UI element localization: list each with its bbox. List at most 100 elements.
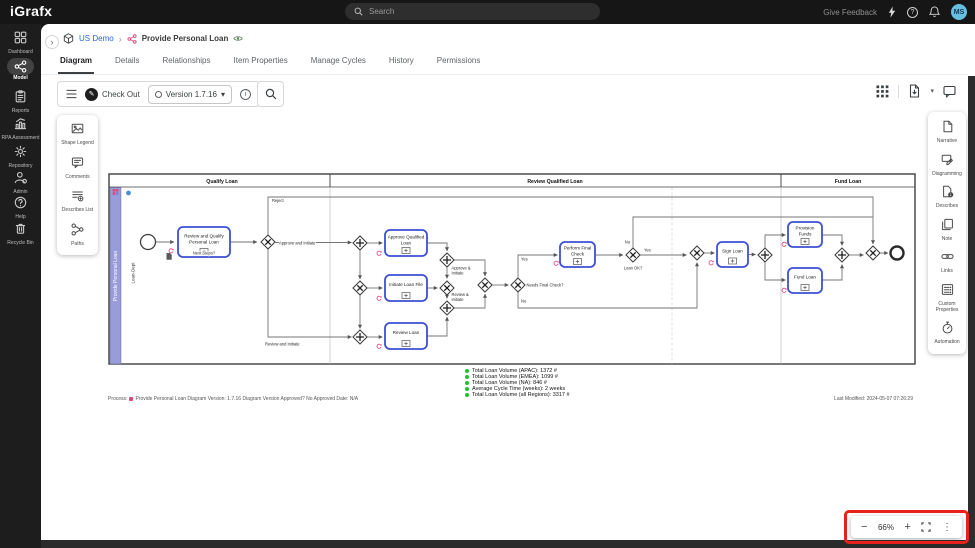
diagramming-button[interactable]: Diagramming <box>928 153 966 178</box>
start-event[interactable] <box>141 235 156 250</box>
bpmn-diagram-canvas[interactable]: Qualify Loan Review Qualified Loan Fund … <box>108 173 916 365</box>
collapse-panel-button[interactable]: › <box>45 35 59 49</box>
links-chain-icon <box>941 250 954 263</box>
sidebar-item-help[interactable]: Help <box>0 196 41 221</box>
notifications-bell-icon[interactable] <box>929 6 940 18</box>
svg-text:Personal Loan: Personal Loan <box>189 240 219 245</box>
user-avatar[interactable]: MS <box>951 4 967 20</box>
main-content: › US Demo › Provide Personal Loan Diagra… <box>41 24 975 548</box>
task-approve-qualified-loan[interactable]: Approve Qualified Loan <box>385 230 427 256</box>
end-event[interactable] <box>891 247 904 260</box>
apps-grid-icon[interactable] <box>876 85 889 98</box>
sidebar-item-rpa-assessment[interactable]: RPA Assessment <box>0 117 41 142</box>
dashboard-icon <box>14 31 27 44</box>
diagram-search-button[interactable] <box>257 81 284 107</box>
info-icon[interactable]: i <box>240 89 251 100</box>
swimlane-provide-personal-loan[interactable]: Provide Personal Loan <box>110 188 121 365</box>
task-fund-loan[interactable]: Fund Loan <box>788 268 822 293</box>
tab-item-properties[interactable]: Item Properties <box>232 50 290 74</box>
kebab-menu-icon[interactable]: ⋮ <box>942 522 952 533</box>
export-document-icon[interactable] <box>908 84 921 98</box>
vertical-scrollbar[interactable] <box>968 76 975 548</box>
top-bar: iGrafx Search Give Feedback ? MS <box>0 0 975 24</box>
fit-screen-icon[interactable] <box>921 522 931 532</box>
breadcrumb: US Demo › Provide Personal Loan <box>63 31 243 46</box>
svg-text:Sign Loan: Sign Loan <box>722 249 743 254</box>
sidebar-item-repository[interactable]: Repository <box>0 145 41 170</box>
sidebar-item-recycle-bin[interactable]: Recycle Bin <box>0 222 41 247</box>
search-icon <box>265 88 277 100</box>
lightning-icon[interactable] <box>888 6 896 18</box>
give-feedback-link[interactable]: Give Feedback <box>823 8 877 17</box>
sidebar-item-dashboard[interactable]: Dashboard <box>0 31 41 56</box>
note-copy-icon <box>941 218 954 231</box>
diagram-legend: Total Loan Volume (APAC): 1372 # Total L… <box>465 368 570 398</box>
svg-text:Fund Loan: Fund Loan <box>794 275 816 280</box>
zoom-in-button[interactable]: + <box>904 522 910 533</box>
sidebar-item-model[interactable]: Model <box>0 58 41 82</box>
svg-text:Initiate: Initiate <box>452 271 465 276</box>
diagram-right-panel: Narrative Diagramming Describes Note Lin… <box>928 112 966 354</box>
shape-legend-button[interactable]: Shape Legend <box>57 122 98 147</box>
trash-icon <box>14 222 27 235</box>
comments-button[interactable]: Comments <box>57 156 98 181</box>
custom-properties-button[interactable]: Custom Properties <box>928 283 966 313</box>
version-drop-down[interactable]: Version 1.7.16 ▾ <box>148 85 232 104</box>
menu-hamburger-icon[interactable] <box>66 89 77 99</box>
describes-icon <box>941 185 954 198</box>
comment-bubble-icon[interactable] <box>943 85 956 98</box>
visibility-eye-icon[interactable] <box>233 35 243 42</box>
legend-dot-icon <box>465 393 469 397</box>
task-perform-final-check[interactable]: Perform Final Check <box>560 242 595 267</box>
paths-button[interactable]: Paths <box>57 223 98 248</box>
lane-info-icon <box>126 191 131 196</box>
sidebar-item-admin[interactable]: Admin <box>0 171 41 196</box>
svg-text:No: No <box>521 299 527 304</box>
describes-button[interactable]: Describes <box>928 185 966 210</box>
task-initiate-loan-file[interactable]: Initiate Loan File <box>385 275 427 301</box>
diagramming-icon <box>941 153 954 166</box>
rpa-chart-icon <box>14 117 27 130</box>
task-review-loan[interactable]: Review Loan <box>385 323 427 349</box>
svg-text:Check: Check <box>571 252 585 257</box>
tab-diagram[interactable]: Diagram <box>58 50 94 74</box>
svg-text:Provide Personal Loan: Provide Personal Loan <box>113 250 119 301</box>
horizontal-scrollbar[interactable] <box>41 540 975 548</box>
global-search-input[interactable]: Search <box>345 3 600 20</box>
phase-header: Fund Loan <box>835 179 862 185</box>
tab-history[interactable]: History <box>387 50 416 74</box>
igrafx-app: iGrafx Search Give Feedback ? MS Dashboa… <box>0 0 975 548</box>
task-sign-loan[interactable]: Sign Loan <box>717 242 748 267</box>
tabs-divider <box>41 74 968 75</box>
help-icon[interactable]: ? <box>907 7 918 18</box>
breadcrumb-parent-link[interactable]: US Demo <box>79 34 114 43</box>
search-placeholder: Search <box>369 7 394 16</box>
legend-item: Total Loan Volume (all Regions): 3317 # <box>465 392 570 398</box>
svg-text:Loan: Loan <box>401 241 412 246</box>
toolbar-divider <box>898 85 899 98</box>
automation-button[interactable]: Automation <box>928 321 966 346</box>
zoom-out-button[interactable]: − <box>861 522 867 533</box>
links-button[interactable]: Links <box>928 250 966 275</box>
note-button[interactable]: Note <box>928 218 966 243</box>
tab-manage-cycles[interactable]: Manage Cycles <box>309 50 368 74</box>
search-icon <box>354 7 363 16</box>
describes-doc-icon <box>167 253 172 260</box>
check-out-button[interactable]: ✎ Check Out <box>85 88 140 101</box>
admin-person-icon <box>14 171 27 184</box>
narrative-button[interactable]: Narrative <box>928 120 966 145</box>
tab-details[interactable]: Details <box>113 50 141 74</box>
legend-dot-icon <box>465 381 469 385</box>
chevron-down-icon[interactable]: ▾ <box>930 87 934 95</box>
nav-sidebar: Dashboard Model Reports RPA Assessment R… <box>0 24 41 548</box>
tab-permissions[interactable]: Permissions <box>435 50 483 74</box>
chevron-down-icon: ▾ <box>221 90 225 99</box>
svg-text:Review and Initiate: Review and Initiate <box>265 342 300 347</box>
describes-list-button[interactable]: Describes List <box>57 189 98 214</box>
sidebar-item-reports[interactable]: Reports <box>0 90 41 115</box>
svg-text:Approve Qualified: Approve Qualified <box>388 235 425 240</box>
describes-list-icon <box>71 189 84 202</box>
model-share-icon <box>14 60 27 73</box>
tab-relationships[interactable]: Relationships <box>160 50 212 74</box>
task-provision-funds[interactable]: Provision Funds <box>788 222 822 247</box>
